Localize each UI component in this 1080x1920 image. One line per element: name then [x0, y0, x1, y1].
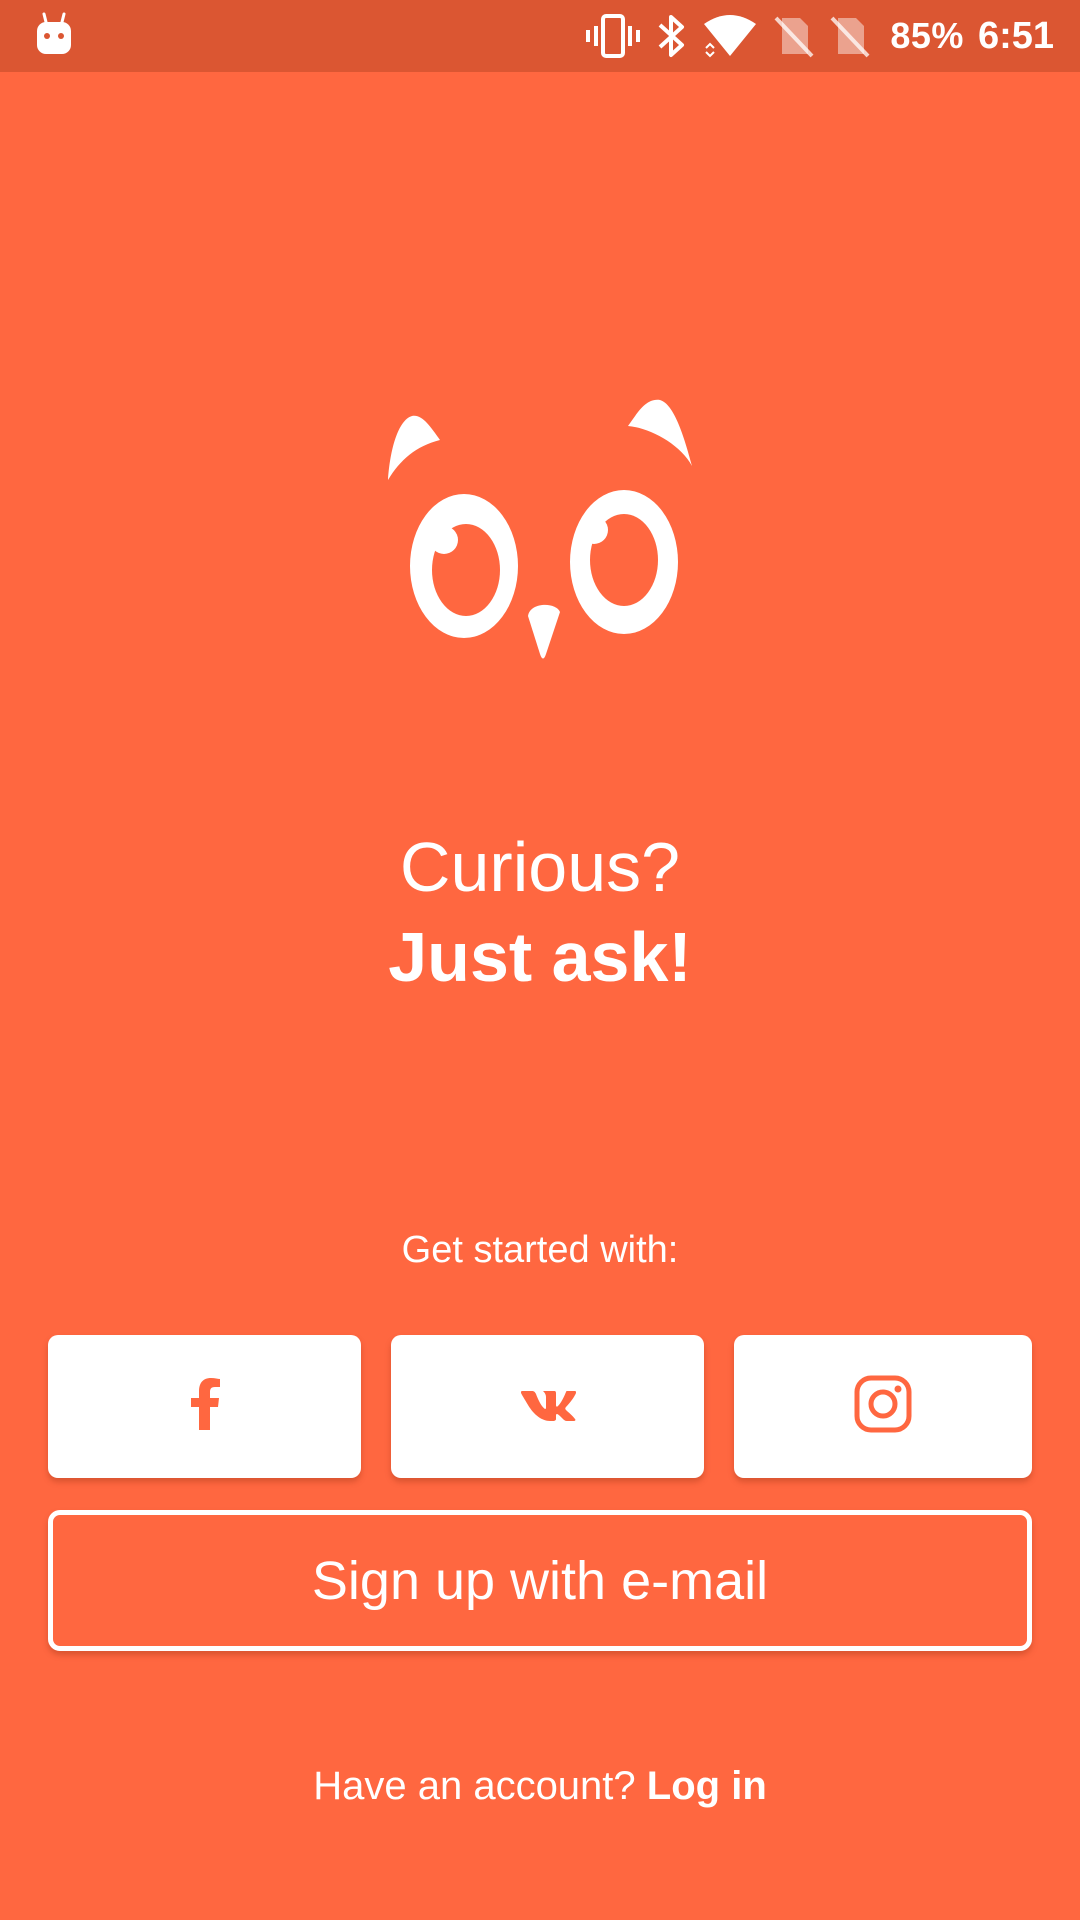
login-prompt: Have an account? Log in	[0, 1760, 1080, 1812]
instagram-login-button[interactable]	[734, 1335, 1032, 1478]
owl-face-icon	[380, 390, 700, 670]
headline: Curious? Just ask!	[0, 822, 1080, 1002]
vk-icon	[520, 1387, 576, 1426]
no-sim-icon	[830, 14, 870, 58]
status-bar: 85% 6:51	[0, 0, 1080, 72]
vk-login-button[interactable]	[391, 1335, 704, 1478]
vibrate-icon	[586, 14, 641, 58]
facebook-icon	[189, 1378, 221, 1435]
login-link[interactable]: Log in	[647, 1764, 767, 1808]
login-prompt-text: Have an account?	[313, 1764, 636, 1808]
email-signup-label: Sign up with e-mail	[311, 1550, 769, 1611]
social-login-row	[48, 1335, 1032, 1478]
get-started-label: Get started with:	[401, 1229, 679, 1271]
android-notification-icon	[34, 12, 74, 56]
email-signup-button[interactable]: Sign up with e-mail	[48, 1510, 1032, 1651]
battery-level: 85%	[890, 15, 964, 56]
wifi-icon	[702, 14, 758, 58]
bluetooth-icon	[656, 13, 686, 59]
clock: 6:51	[977, 14, 1054, 57]
instagram-icon	[854, 1375, 912, 1438]
facebook-login-button[interactable]	[48, 1335, 361, 1478]
headline-line-2: Just ask!	[388, 918, 692, 996]
no-sim-icon	[774, 14, 814, 58]
headline-line-1: Curious?	[399, 828, 681, 906]
